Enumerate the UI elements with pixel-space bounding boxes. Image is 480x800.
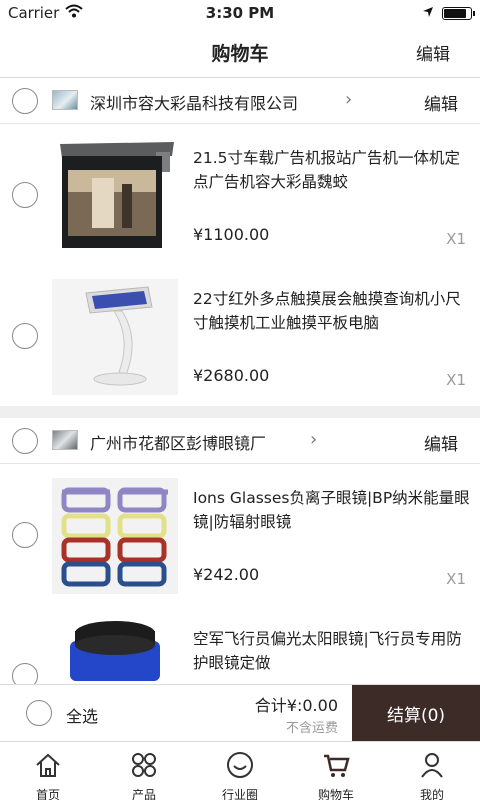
shop-header: 广州市花都区彭博眼镜厂 › 编辑 (0, 418, 480, 464)
select-all-radio[interactable] (26, 700, 52, 726)
status-right (422, 4, 475, 22)
shop-select-radio[interactable] (12, 428, 38, 454)
cart-item[interactable]: Ions Glasses负离子眼镜|BP纳米能量眼镜|防辐射眼镜 ¥242.00… (0, 464, 480, 605)
shop-select-radio[interactable] (12, 88, 38, 114)
cart-list[interactable]: 深圳市容大彩晶科技有限公司 › 编辑 21.5寸车载广告机报站广告机一体机定点广… (0, 78, 480, 684)
shop-name[interactable]: 广州市花都区彭博眼镜厂 (90, 430, 266, 454)
shop-edit-button[interactable]: 编辑 (424, 90, 458, 115)
shop-name[interactable]: 深圳市容大彩晶科技有限公司 (90, 90, 298, 114)
cart-item[interactable]: 22寸红外多点触摸展会触摸查询机小尺寸触摸机工业触摸平板电脑 ¥2680.00 … (0, 265, 480, 406)
tab-profile[interactable]: 我的 (384, 742, 480, 800)
section-divider (0, 406, 480, 418)
chevron-right-icon[interactable]: › (345, 89, 352, 110)
product-price: ¥242.00 (193, 565, 260, 584)
shop-logo (52, 430, 78, 450)
tab-label: 购物车 (317, 788, 354, 800)
tab-bar: 首页 产品 行业圈 购物车 我的 (0, 741, 480, 800)
smile-icon (225, 750, 255, 784)
tab-label: 我的 (419, 788, 444, 800)
location-arrow-icon (422, 4, 434, 22)
cart-item[interactable]: 空军飞行员偏光太阳眼镜|飞行员专用防护眼镜定做 (0, 605, 480, 684)
page-title: 购物车 (211, 43, 269, 65)
select-all-label[interactable]: 全选 (66, 703, 98, 727)
checkout-bar: 全选 合计¥:0.00 不含运费 结算(0) (0, 684, 480, 742)
status-time: 3:30 PM (205, 4, 275, 22)
product-quantity: X1 (446, 230, 466, 248)
tab-label: 行业圈 (221, 788, 258, 800)
shop-edit-button[interactable]: 编辑 (424, 430, 458, 455)
product-image-sunglasses-case[interactable] (52, 619, 178, 684)
product-image-touch-kiosk[interactable] (52, 279, 178, 395)
tab-cart[interactable]: 购物车 (288, 742, 384, 800)
tab-label: 产品 (131, 788, 156, 800)
nav-bar: 购物车 编辑 (0, 26, 480, 78)
shipping-note: 不含运费 (285, 721, 338, 736)
tab-products[interactable]: 产品 (96, 742, 192, 800)
product-image-ad-screen[interactable] (52, 138, 178, 254)
checkout-button[interactable]: 结算(0) (352, 685, 480, 742)
product-price: ¥1100.00 (193, 225, 270, 244)
item-select-radio[interactable] (12, 522, 38, 548)
product-title[interactable]: 22寸红外多点触摸展会触摸查询机小尺寸触摸机工业触摸平板电脑 (193, 287, 471, 335)
product-title[interactable]: 21.5寸车载广告机报站广告机一体机定点广告机容大彩晶魏蛟 (193, 146, 471, 194)
item-select-radio[interactable] (12, 323, 38, 349)
shop-header: 深圳市容大彩晶科技有限公司 › 编辑 (0, 78, 480, 124)
grid-icon (129, 750, 159, 784)
edit-cart-button[interactable]: 编辑 (416, 40, 450, 65)
battery-icon (442, 6, 475, 20)
product-price: ¥2680.00 (193, 366, 270, 385)
cart-item[interactable]: 21.5寸车载广告机报站广告机一体机定点广告机容大彩晶魏蛟 ¥1100.00 X… (0, 124, 480, 265)
product-image-glasses[interactable] (52, 478, 178, 594)
product-quantity: X1 (446, 371, 466, 389)
user-icon (417, 750, 447, 784)
cart-icon (321, 750, 351, 784)
status-bar: Carrier 3:30 PM (0, 0, 480, 26)
tab-industry[interactable]: 行业圈 (192, 742, 288, 800)
shop-logo (52, 90, 78, 110)
chevron-right-icon[interactable]: › (310, 429, 317, 450)
item-select-radio[interactable] (12, 663, 38, 684)
product-title[interactable]: 空军飞行员偏光太阳眼镜|飞行员专用防护眼镜定做 (193, 627, 471, 675)
item-select-radio[interactable] (12, 182, 38, 208)
total-price: 合计¥:0.00 (254, 696, 338, 715)
product-title[interactable]: Ions Glasses负离子眼镜|BP纳米能量眼镜|防辐射眼镜 (193, 486, 471, 534)
tab-label: 首页 (35, 788, 60, 800)
product-quantity: X1 (446, 570, 466, 588)
tab-home[interactable]: 首页 (0, 742, 96, 800)
home-icon (33, 750, 63, 784)
